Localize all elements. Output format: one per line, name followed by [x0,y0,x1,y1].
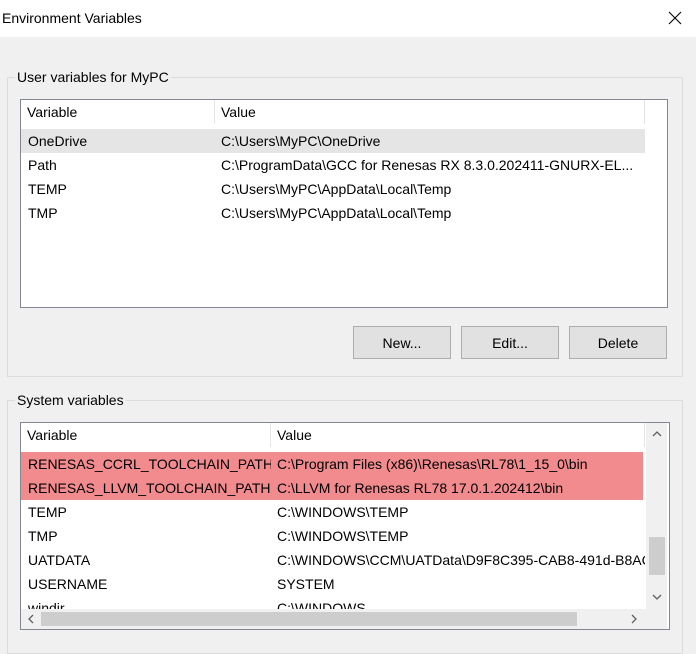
scroll-right-button[interactable] [624,609,644,629]
scroll-up-button[interactable] [646,423,667,444]
system-row-variable: TMP [28,528,58,544]
system-row-variable: USERNAME [28,576,108,592]
system-row-renesas-ccrl[interactable]: RENESAS_CCRL_TOOLCHAIN_PATH C:\Program F… [21,452,643,476]
system-row-value: C:\WINDOWS\TEMP [277,528,409,544]
system-row-value: C:\LLVM for Renesas RL78 17.0.1.202412\b… [277,480,564,496]
system-row-value: C:\WINDOWS\TEMP [277,504,409,520]
user-row-path[interactable]: Path C:\ProgramData\GCC for Renesas RX 8… [21,153,645,177]
user-list-header: Variable Value [21,100,645,124]
user-row-temp[interactable]: TEMP C:\Users\MyPC\AppData\Local\Temp [21,177,645,201]
arrow-up-icon [652,430,661,436]
user-row-variable: TEMP [28,181,67,197]
arrow-right-icon [631,614,637,624]
system-variables-list[interactable]: Variable Value RENESAS_CCRL_TOOLCHAIN_PA… [20,422,670,630]
system-column-variable[interactable]: Variable [21,423,271,447]
system-row-username[interactable]: USERNAME SYSTEM [21,572,645,596]
user-row-value: C:\Users\MyPC\OneDrive [221,133,381,149]
horizontal-scroll-thumb[interactable] [41,612,577,626]
system-vertical-scrollbar[interactable] [646,423,667,609]
user-column-value[interactable]: Value [215,100,645,124]
user-new-button[interactable]: New... [353,326,451,359]
system-row-variable: TEMP [28,504,67,520]
system-horizontal-scrollbar[interactable] [21,609,667,629]
user-edit-button[interactable]: Edit... [461,326,559,359]
system-row-value: C:\WINDOWS\CCM\UATData\D9F8C395-CAB8-491… [277,552,645,568]
system-row-renesas-llvm[interactable]: RENESAS_LLVM_TOOLCHAIN_PATH C:\LLVM for … [21,476,643,500]
vertical-scroll-thumb[interactable] [649,537,665,575]
system-row-value: SYSTEM [277,576,335,592]
user-row-value: C:\Users\MyPC\AppData\Local\Temp [221,205,452,221]
system-variables-legend: System variables [17,392,124,408]
system-column-value[interactable]: Value [271,423,645,447]
user-row-variable: TMP [28,205,58,221]
system-row-temp[interactable]: TEMP C:\WINDOWS\TEMP [21,500,645,524]
system-row-variable: RENESAS_LLVM_TOOLCHAIN_PATH [28,480,271,496]
scroll-left-button[interactable] [21,609,41,629]
system-row-variable: UATDATA [28,552,91,568]
system-row-value: C:\Program Files (x86)\Renesas\RL78\1_15… [277,456,588,472]
scroll-down-button[interactable] [646,586,667,607]
close-button[interactable] [660,4,690,32]
user-row-value: C:\Users\MyPC\AppData\Local\Temp [221,181,452,197]
user-row-variable: Path [28,157,57,173]
arrow-down-icon [652,594,661,600]
user-row-variable: OneDrive [28,133,88,149]
arrow-left-icon [28,614,34,624]
user-row-onedrive[interactable]: OneDrive C:\Users\MyPC\OneDrive [21,129,645,153]
user-variables-list[interactable]: Variable Value OneDrive C:\Users\MyPC\On… [20,99,668,308]
user-delete-button[interactable]: Delete [569,326,667,359]
user-variables-legend: User variables for MyPC [17,69,169,85]
user-row-tmp[interactable]: TMP C:\Users\MyPC\AppData\Local\Temp [21,201,645,225]
user-row-value: C:\ProgramData\GCC for Renesas RX 8.3.0.… [221,157,634,173]
system-row-uatdata[interactable]: UATDATA C:\WINDOWS\CCM\UATData\D9F8C395-… [21,548,645,572]
system-row-tmp[interactable]: TMP C:\WINDOWS\TEMP [21,524,645,548]
title-bar: Environment Variables [0,0,696,37]
system-row-variable: RENESAS_CCRL_TOOLCHAIN_PATH [28,456,271,472]
window-title: Environment Variables [2,10,142,26]
user-column-variable[interactable]: Variable [21,100,215,124]
system-list-header: Variable Value [21,423,645,447]
close-icon [668,11,682,25]
